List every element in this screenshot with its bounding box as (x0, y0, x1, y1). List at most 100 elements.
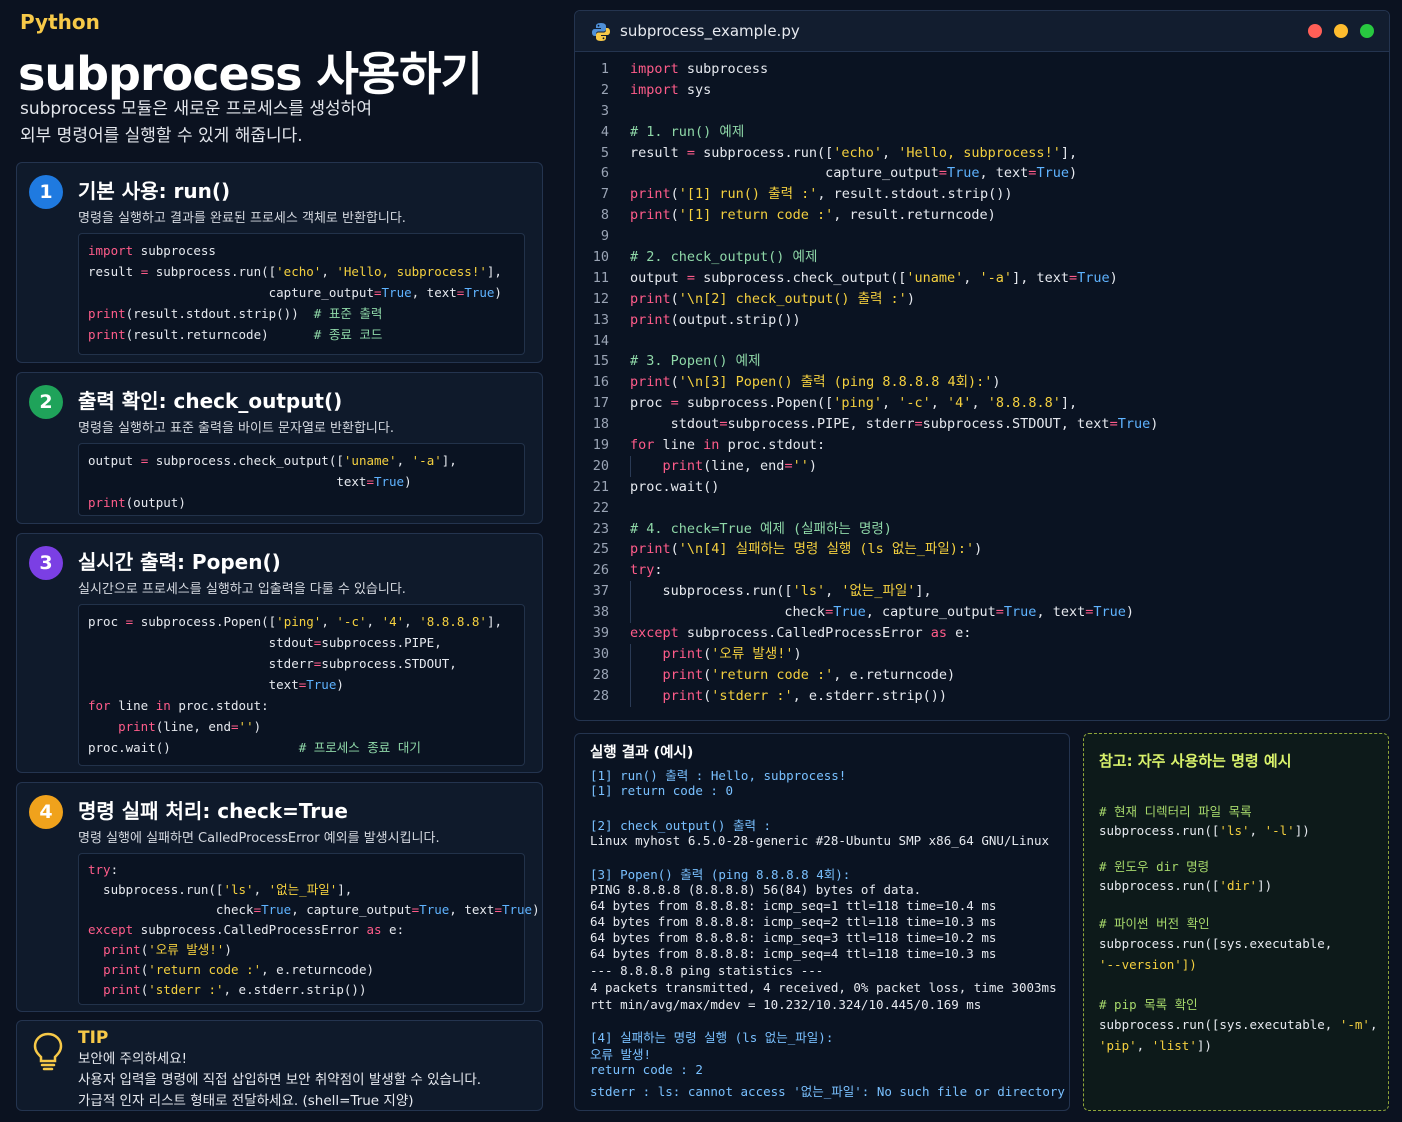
lightbulb-icon (33, 1032, 63, 1071)
output-line: [3] Popen() 출력 (ping 8.8.8.8 4회): (590, 867, 851, 882)
line-number: 37 (592, 583, 609, 600)
card-description: 명령을 실행하고 표준 출력을 바이트 문자열로 반환합니다. (78, 421, 394, 436)
line-number: 5 (600, 144, 609, 161)
reference-code: subprocess.run(['dir']) (1099, 878, 1273, 893)
code-snippet: try: subprocess.run(['ls', '없는_파일'], che… (78, 853, 540, 1005)
code-line: 10 # 2. check_output() 예제 (575, 247, 1389, 268)
step-number-badge: 2 (29, 385, 63, 419)
code-line: 20 print(line, end='') (575, 455, 1389, 477)
close-window-button[interactable] (1308, 24, 1322, 38)
line-number: 12 (592, 290, 609, 307)
code-line: 14 (575, 331, 1389, 352)
output-line: --- 8.8.8.8 ping statistics --- (590, 963, 824, 978)
code-snippet: output = subprocess.check_output(['uname… (78, 443, 525, 516)
line-number: 13 (592, 311, 609, 328)
code-line: 17 proc = subprocess.Popen(['ping', '-c',… (575, 393, 1389, 414)
code-line: 15 # 3. Popen() 예제 (575, 351, 1389, 372)
card-title: 실시간 출력: Popen() (78, 550, 281, 574)
python-icon (592, 23, 610, 41)
code-line: 18 stdout=subprocess.PIPE, stderr=subpro… (575, 414, 1389, 435)
code-line: 37 subprocess.run(['ls', '없는_파일'], (575, 581, 1389, 603)
step-number-badge: 3 (29, 546, 63, 580)
line-number: 14 (592, 332, 609, 349)
reference-title: 참고: 자주 사용하는 명령 예시 (1099, 752, 1292, 770)
reference-code: 'pip', 'list']) (1099, 1038, 1212, 1053)
code-line: 4 # 1. run() 예제 (575, 122, 1389, 143)
output-line: PING 8.8.8.8 (8.8.8.8) 56(84) bytes of d… (590, 882, 922, 897)
output-line: 64 bytes from 8.8.8.8: icmp_seq=2 ttl=11… (590, 914, 997, 929)
card-description: 실시간으로 프로세스를 실행하고 입출력을 다룰 수 있습니다. (78, 582, 406, 597)
line-number: 6 (600, 165, 609, 182)
code-line: 13 print(output.strip()) (575, 310, 1389, 331)
card-title: 출력 확인: check_output() (78, 389, 343, 413)
line-number: 28 (592, 666, 609, 683)
code-line: 30 print('오류 발생!') (575, 643, 1389, 665)
line-number: 15 (592, 353, 609, 370)
output-line: [1] return code : 0 (590, 783, 733, 798)
output-line: 오류 발생! (590, 1047, 652, 1062)
line-number: 39 (592, 625, 609, 642)
card-check-output: 2 출력 확인: check_output() 명령을 실행하고 표준 출력을 … (16, 372, 543, 524)
line-number: 1 (600, 61, 609, 77)
reference-comment: # 현재 디렉터리 파일 목록 (1099, 804, 1252, 819)
line-number: 28 (592, 687, 609, 704)
reference-comment: # 파이썬 버전 확인 (1099, 916, 1210, 931)
code-line: 2 import sys (575, 80, 1389, 101)
code-line: 22 (575, 498, 1389, 519)
line-number: 8 (600, 207, 609, 224)
reference-code: subprocess.run([sys.executable, (1099, 936, 1333, 951)
editor-code-area[interactable]: 1 import subprocess 2 import sys 3 4 # 1. r… (575, 59, 1389, 707)
intro-line: 외부 명령어를 실행할 수 있게 해줍니다. (20, 126, 303, 146)
code-line: 28 print('stderr :', e.stderr.strip()) (575, 685, 1389, 707)
tip-line: 보안에 주의하세요! (78, 1051, 188, 1067)
code-line: 12 print('\n[2] check_output() 출력 :') (575, 289, 1389, 310)
reference-code: subprocess.run(['ls', '-l']) (1099, 823, 1310, 838)
line-number: 10 (592, 249, 609, 266)
code-line: 21 proc.wait() (575, 477, 1389, 498)
output-line: 64 bytes from 8.8.8.8: icmp_seq=4 ttl=11… (590, 946, 997, 961)
output-title: 실행 결과 (예시) (590, 745, 694, 761)
code-line: 1 import subprocess (575, 59, 1389, 80)
line-number: 23 (592, 520, 609, 537)
code-snippet: proc = subprocess.Popen(['ping', '-c', '… (78, 604, 525, 766)
output-line: return code : 2 (590, 1062, 703, 1077)
tip-line: 가급적 인자 리스트 형태로 전달하세요. (shell=True 지양) (78, 1093, 414, 1109)
editor-title-bar: subprocess_example.py (575, 11, 1389, 52)
output-panel: 실행 결과 (예시) [1] run() 출력 : Hello, subproc… (574, 733, 1070, 1111)
line-number: 7 (600, 186, 609, 203)
output-line: Linux myhost 6.5.0-28-generic #28-Ubuntu… (590, 833, 1050, 848)
output-line: stderr : ls: cannot access '없는_파일': No s… (590, 1084, 1065, 1099)
line-number: 18 (592, 416, 609, 433)
line-number: 26 (592, 562, 609, 579)
code-line: 8 print('[1] return code :', result.retur… (575, 205, 1389, 226)
minimize-window-button[interactable] (1334, 24, 1348, 38)
output-line: rtt min/avg/max/mdev = 10.232/10.324/10.… (590, 997, 982, 1012)
code-line: 3 (575, 101, 1389, 122)
line-number: 30 (592, 645, 609, 662)
tip-line: 사용자 입력을 명령에 직접 삽입하면 보안 취약점이 발생할 수 있습니다. (78, 1072, 482, 1088)
code-line: 26 try: (575, 560, 1389, 581)
line-number: 16 (592, 374, 609, 391)
line-number: 25 (592, 541, 609, 558)
code-snippet: import subprocess result = subprocess.ru… (78, 233, 525, 355)
code-line: 6 capture_output=True, text=True) (575, 163, 1389, 184)
line-number: 11 (592, 269, 609, 286)
intro-line: subprocess 모듈은 새로운 프로세스를 생성하여 (20, 99, 372, 119)
page-title: subprocess 사용하기 (18, 47, 483, 101)
reference-panel: 참고: 자주 사용하는 명령 예시 # 현재 디렉터리 파일 목록 subpro… (1083, 733, 1389, 1111)
tip-box: TIP 보안에 주의하세요! 사용자 입력을 명령에 직접 삽입하면 보안 취약… (16, 1020, 543, 1111)
code-line: 28 print('return code :', e.returncode) (575, 664, 1389, 686)
code-line: 23 # 4. check=True 예제 (실패하는 명령) (575, 519, 1389, 540)
step-number-badge: 4 (29, 795, 63, 829)
maximize-window-button[interactable] (1360, 24, 1374, 38)
code-line: 9 (575, 226, 1389, 247)
intro-text: subprocess 모듈은 새로운 프로세스를 생성하여 외부 명령어를 실행… (20, 96, 372, 150)
line-number: 4 (600, 123, 609, 140)
reference-code: '--version']) (1099, 957, 1197, 972)
line-number: 17 (592, 395, 609, 412)
code-line: 16 print('\n[3] Popen() 출력 (ping 8.8.8.8 … (575, 372, 1389, 393)
editor-filename: subprocess_example.py (620, 22, 800, 40)
code-line: 25 print('\n[4] 실패하는 명령 실행 (ls 없는_파일):') (575, 539, 1389, 560)
output-line: [1] run() 출력 : Hello, subprocess! (590, 768, 847, 783)
reference-comment: # pip 목록 확인 (1099, 997, 1198, 1012)
